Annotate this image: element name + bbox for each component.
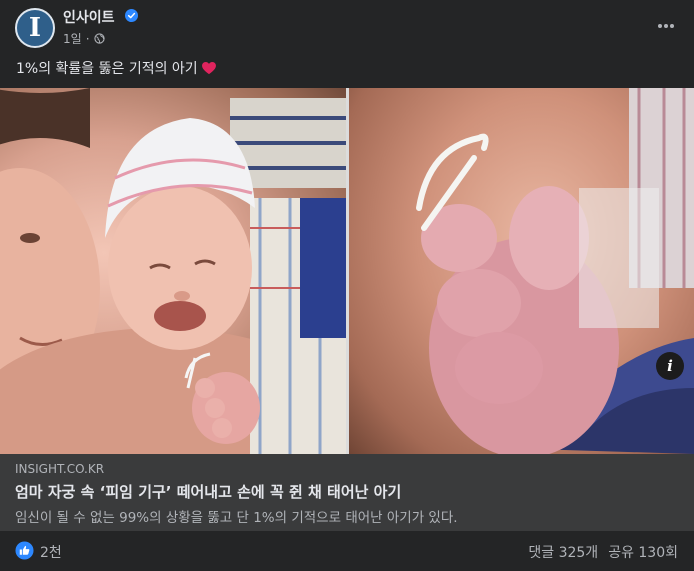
avatar-letter: I [28,13,42,43]
comment-count[interactable]: 댓글 325개 [528,542,598,562]
baby-illustration [0,88,346,454]
baby-hand-closeup [349,88,694,454]
post-header: I 인사이트 1일 · [0,0,694,52]
post-caption: 1%의 확률을 뚫은 기적의 아기 [16,58,216,78]
more-options-icon [658,24,674,28]
engagement-counts: 댓글 325개 공유 130회 [528,542,678,562]
meta-separator: · [85,31,90,46]
link-domain: INSIGHT.CO.KR [15,462,105,476]
caption-text: 1%의 확률을 뚫은 기적의 아기 [16,61,198,77]
page-avatar[interactable]: I [15,8,55,48]
baby-photo [0,88,346,454]
heart-icon [201,61,216,74]
ad-info-button[interactable]: i [656,352,684,380]
verified-badge-icon [125,9,138,22]
post-meta: 1일 · [63,30,105,47]
post-stats: 2천 댓글 325개 공유 130회 [0,531,694,571]
link-description: 임신이 될 수 없는 99%의 상황을 뚫고 단 1%의 기적으로 태어난 아기… [15,510,458,526]
link-title[interactable]: 엄마 자궁 속 ‘피임 기구’ 떼어내고 손에 꼭 쥔 채 태어난 아기 [15,481,401,502]
hand-illustration [416,88,694,454]
post-timestamp[interactable]: 1일 [63,30,82,47]
reaction-count[interactable]: 2천 [40,542,62,562]
globe-icon[interactable] [93,33,105,44]
page-name-link[interactable]: 인사이트 [63,7,115,27]
link-preview[interactable]: INSIGHT.CO.KR 엄마 자궁 속 ‘피임 기구’ 떼어내고 손에 꼭 … [0,454,694,531]
more-options-button[interactable] [656,16,676,36]
link-preview-image[interactable] [0,88,694,454]
share-count[interactable]: 공유 130회 [608,542,678,562]
info-icon: i [667,357,673,375]
like-reaction-icon[interactable] [15,541,34,560]
